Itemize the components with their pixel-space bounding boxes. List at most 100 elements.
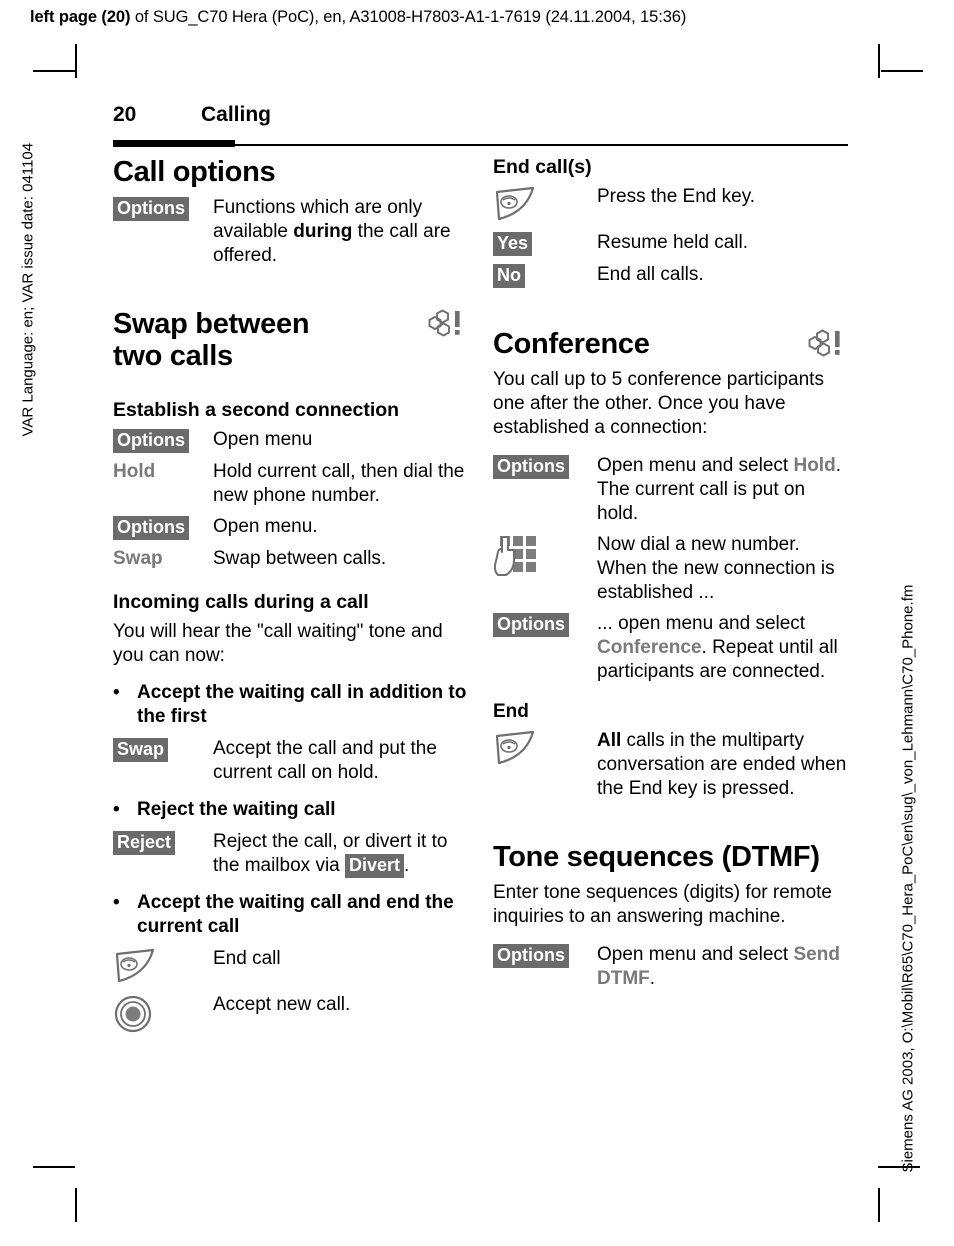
margin-note-right: Siemens AG 2003, O:\Mobil\R65\C70_Hera_P… (899, 584, 917, 1173)
desc-text-pre: Reject the call, or divert it to the mai… (213, 830, 448, 876)
crop-mark-bottom-left (75, 1188, 77, 1222)
key-cell (493, 729, 597, 768)
definition-row: Yes Resume held call. (493, 231, 848, 257)
label-end: End (493, 701, 529, 723)
definition-row: No End all calls. (493, 263, 848, 289)
bullet-text: Accept the waiting call and end the curr… (137, 892, 454, 938)
softkey-options-badge[interactable]: Options (113, 429, 189, 454)
description-cell: Press the End key. (597, 186, 756, 207)
bullet-item: • Reject the waiting call (113, 798, 468, 822)
desc-text-pre: ... open menu and select (597, 612, 806, 634)
print-header-bold: left page (20) (30, 8, 131, 26)
subheading-incoming-calls: Incoming calls during a call (113, 591, 369, 614)
definition-row: Now dial a new number. When the new conn… (493, 533, 848, 605)
ok-key-icon[interactable] (113, 994, 213, 1034)
description-cell: Now dial a new number. When the new conn… (597, 533, 835, 603)
description-cell: Swap between calls. (213, 548, 387, 570)
softkey-options-badge[interactable]: Options (113, 516, 189, 541)
description-cell: All calls in the multiparty conversation… (597, 729, 848, 801)
end-key-icon[interactable] (493, 186, 597, 224)
menu-item-hold[interactable]: Hold (793, 455, 835, 476)
desc-text-post: calls in the multiparty conversation are… (597, 730, 847, 800)
menu-item-conference[interactable]: Conference (597, 637, 702, 658)
crop-mark-right-top (881, 70, 923, 72)
left-column: Call options Options Functions which are… (113, 156, 468, 1041)
print-header-rest: of SUG_C70 Hera (PoC), en, A31008-H7803-… (130, 8, 687, 26)
key-cell: Options (493, 454, 597, 480)
description-cell: Open menu and select Send DTMF. (597, 943, 848, 991)
key-cell: Options (493, 943, 597, 969)
subheading-end-calls: End call(s) (493, 156, 592, 178)
bullet-dot-icon: • (113, 799, 120, 821)
softkey-reject-badge[interactable]: Reject (113, 830, 176, 856)
network-dependent-icon (428, 308, 468, 338)
definition-row: Swap Swap between calls. (113, 547, 468, 571)
section-heading-dtmf: Tone sequences (DTMF) (493, 841, 820, 874)
key-cell (113, 947, 213, 986)
paragraph-incoming-intro: You will hear the "call waiting" tone an… (113, 621, 443, 667)
softkey-divert-badge[interactable]: Divert (345, 853, 405, 879)
crop-mark-left-top (33, 70, 75, 72)
softkey-options-badge[interactable]: Options (493, 455, 569, 480)
definition-row: Options Open menu and select Hold. The c… (493, 454, 848, 526)
end-key-icon[interactable] (493, 730, 597, 768)
end-key-icon[interactable] (113, 948, 213, 986)
description-cell: Functions which are only available durin… (213, 196, 468, 268)
description-cell: Open menu (213, 429, 313, 451)
definition-row: Options ... open menu and select Confere… (493, 612, 848, 684)
definition-row: Options Open menu (113, 428, 468, 454)
description-cell: Accept new call. (213, 994, 351, 1015)
right-column: End call(s) Press the End key. Yes Resum… (493, 156, 848, 998)
key-cell: Reject (113, 830, 213, 856)
description-cell: Reject the call, or divert it to the mai… (213, 830, 468, 879)
description-cell: End all calls. (597, 264, 704, 286)
menu-item-hold[interactable]: Hold (113, 461, 155, 482)
print-header: left page (20) of SUG_C70 Hera (PoC), en… (30, 8, 686, 27)
key-cell (493, 185, 597, 224)
margin-note-left: VAR Language: en; VAR issue date: 041104 (19, 142, 37, 437)
key-cell: Hold (113, 460, 213, 483)
menu-item-swap[interactable]: Swap (113, 548, 163, 569)
definition-row: Reject Reject the call, or divert it to … (113, 830, 468, 879)
section-heading-swap-line2: two calls (113, 340, 233, 373)
definition-row: Press the End key. (493, 185, 848, 224)
key-cell: Options (113, 428, 213, 454)
bullet-text: Reject the waiting call (137, 799, 336, 821)
key-cell: Swap (113, 737, 213, 763)
softkey-yes-badge[interactable]: Yes (493, 232, 533, 257)
softkey-options-badge[interactable]: Options (113, 196, 189, 221)
network-dependent-icon (808, 328, 848, 358)
section-heading-conference: Conference (493, 328, 848, 361)
desc-text-bold: during (293, 220, 353, 242)
description-cell: Hold current call, then dial the new pho… (213, 461, 465, 507)
description-cell: Resume held call. (597, 232, 749, 253)
definition-row: Swap Accept the call and put the current… (113, 737, 468, 785)
section-heading-swap: Swap between two calls (113, 308, 468, 374)
description-cell: Open menu and select Hold. The current c… (597, 454, 848, 526)
softkey-options-badge[interactable]: Options (493, 612, 569, 637)
page-number: 20 (113, 103, 137, 126)
key-cell (113, 993, 213, 1034)
key-cell (493, 533, 597, 578)
definition-row: Hold Hold current call, then dial the ne… (113, 460, 468, 508)
desc-text-post: . (649, 967, 656, 989)
crop-mark-bottom-right (878, 1188, 880, 1222)
subheading-establish-second-connection: Establish a second connection (113, 399, 400, 422)
bullet-item: • Accept the waiting call and end the cu… (113, 891, 468, 939)
softkey-options-badge[interactable]: Options (493, 943, 569, 969)
section-heading-swap-line1: Swap between (113, 307, 310, 340)
softkey-no-badge[interactable]: No (493, 264, 525, 289)
section-heading-conference-text: Conference (493, 328, 650, 361)
keypad-icon[interactable] (493, 534, 597, 578)
definition-row: All calls in the multiparty conversation… (493, 729, 848, 801)
bullet-dot-icon: • (113, 682, 120, 704)
crop-mark-top-right (878, 44, 880, 78)
key-cell: Options (493, 612, 597, 637)
key-cell: Swap (113, 547, 213, 570)
key-cell: Options (113, 515, 213, 541)
bullet-text: Accept the waiting call in addition to t… (137, 682, 467, 728)
bullet-item: • Accept the waiting call in addition to… (113, 681, 468, 729)
key-cell: Options (113, 196, 213, 221)
softkey-swap-badge[interactable]: Swap (113, 738, 169, 763)
definition-row: Options Open menu and select Send DTMF. (493, 943, 848, 991)
